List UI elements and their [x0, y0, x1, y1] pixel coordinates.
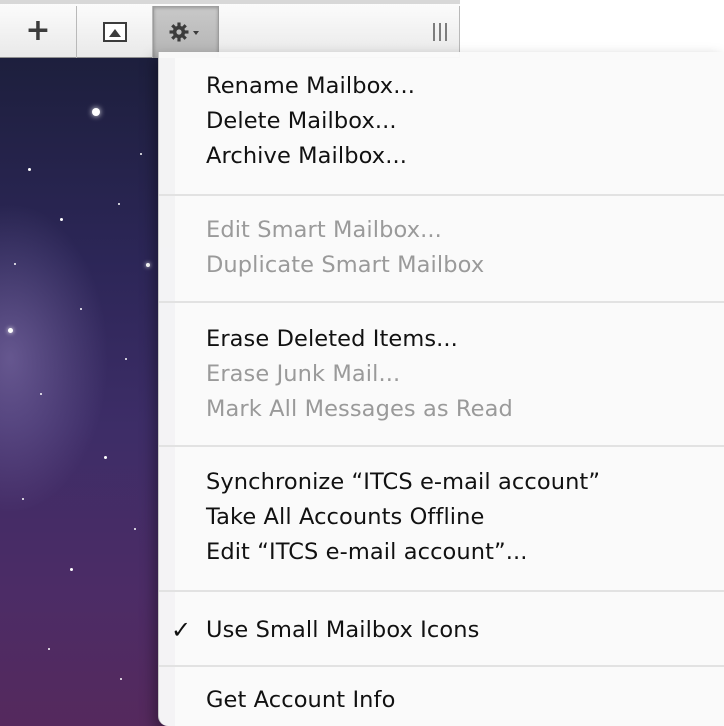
menu-item-take-accounts-offline[interactable]: Take All Accounts Offline — [206, 499, 484, 535]
star — [28, 168, 31, 171]
action-dropdown-menu: Rename Mailbox... Delete Mailbox... Arch… — [158, 52, 724, 726]
menu-item-edit-smart-mailbox[interactable]: Edit Smart Mailbox... — [206, 212, 442, 248]
star — [125, 358, 127, 360]
star — [146, 263, 150, 267]
show-photo-browser-button[interactable] — [77, 6, 153, 58]
chevron-down-icon — [193, 31, 199, 35]
menu-item-mark-all-read[interactable]: Mark All Messages as Read — [206, 391, 513, 427]
plus-icon: + — [25, 12, 51, 48]
star — [92, 108, 100, 116]
menu-item-synchronize-account[interactable]: Synchronize “ITCS e-mail account” — [206, 464, 600, 500]
star — [40, 393, 42, 395]
star — [140, 153, 142, 155]
star — [48, 648, 50, 650]
photo-frame-icon — [102, 22, 127, 42]
menu-item-duplicate-smart-mailbox[interactable]: Duplicate Smart Mailbox — [206, 247, 484, 283]
menu-item-archive-mailbox[interactable]: Archive Mailbox... — [206, 138, 407, 174]
add-mailbox-button[interactable]: + — [0, 6, 77, 58]
checkmark-icon: ✓ — [171, 616, 192, 644]
menu-item-rename-mailbox[interactable]: Rename Mailbox... — [206, 68, 415, 104]
star — [8, 328, 13, 333]
star — [134, 528, 136, 530]
sidebar-background — [0, 58, 175, 726]
star — [104, 456, 107, 459]
menu-item-erase-deleted-items[interactable]: Erase Deleted Items... — [206, 321, 458, 357]
mail-window: + Rename Mailbox... Delete Mailbox... Ar… — [0, 0, 724, 726]
star — [118, 203, 120, 205]
menu-separator — [159, 301, 724, 303]
menu-item-erase-junk-mail[interactable]: Erase Junk Mail... — [206, 356, 400, 392]
toolbar-top-edge — [0, 0, 460, 4]
menu-separator — [159, 590, 724, 592]
star — [70, 568, 73, 571]
gear-icon — [169, 22, 199, 42]
menu-separator — [159, 194, 724, 196]
menu-separator — [159, 665, 724, 667]
menu-item-delete-mailbox[interactable]: Delete Mailbox... — [206, 103, 397, 139]
menu-item-edit-account[interactable]: Edit “ITCS e-mail account”... — [206, 534, 528, 570]
menu-item-use-small-mailbox-icons[interactable]: Use Small Mailbox Icons — [206, 612, 479, 648]
star — [80, 308, 82, 310]
star — [14, 263, 16, 265]
menu-item-get-account-info[interactable]: Get Account Info — [206, 682, 395, 718]
mailbox-toolbar: + — [0, 0, 460, 58]
sidebar-resize-handle[interactable] — [420, 6, 460, 58]
menu-separator — [159, 445, 724, 447]
star — [60, 218, 63, 221]
star — [22, 498, 24, 500]
grip-icon — [432, 23, 447, 41]
star — [120, 678, 122, 680]
action-menu-button[interactable] — [153, 6, 219, 58]
